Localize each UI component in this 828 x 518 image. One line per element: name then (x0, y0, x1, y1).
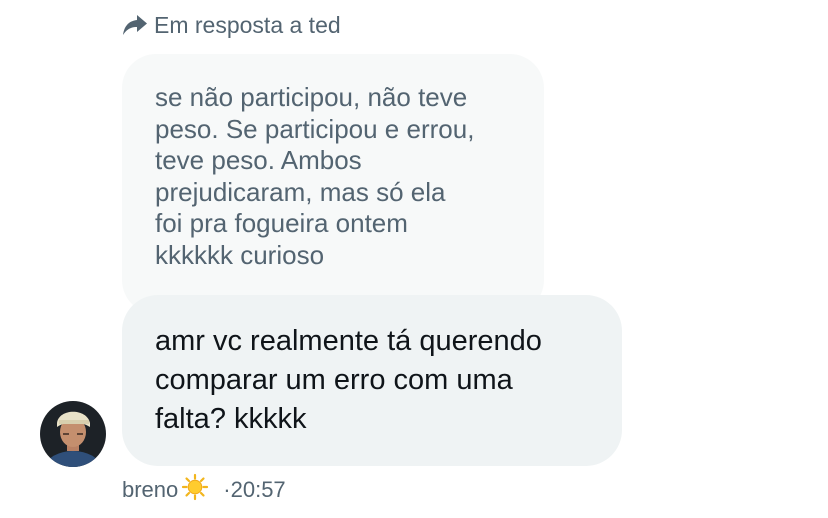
avatar[interactable] (40, 401, 106, 467)
reply-arrow-icon (122, 14, 148, 36)
message-text: amr vc realmente tá querendo comparar um… (155, 325, 542, 435)
reply-context-label: Em resposta a ted (154, 11, 341, 38)
dm-conversation: Em resposta a ted se não participou, não… (0, 0, 828, 518)
message-bubble[interactable]: amr vc realmente tá querendo comparar um… (122, 295, 622, 466)
message-meta: breno · 20:57 (122, 473, 286, 507)
sun-icon (181, 473, 209, 507)
quoted-message-bubble[interactable]: se não participou, não teve peso. Se par… (122, 54, 544, 314)
message-time: 20:57 (230, 477, 286, 502)
reply-context[interactable]: Em resposta a ted (122, 8, 341, 42)
sender-name: breno (122, 477, 179, 502)
meta-separator: · (223, 477, 231, 502)
quoted-message-text: se não participou, não teve peso. Se par… (155, 82, 475, 270)
